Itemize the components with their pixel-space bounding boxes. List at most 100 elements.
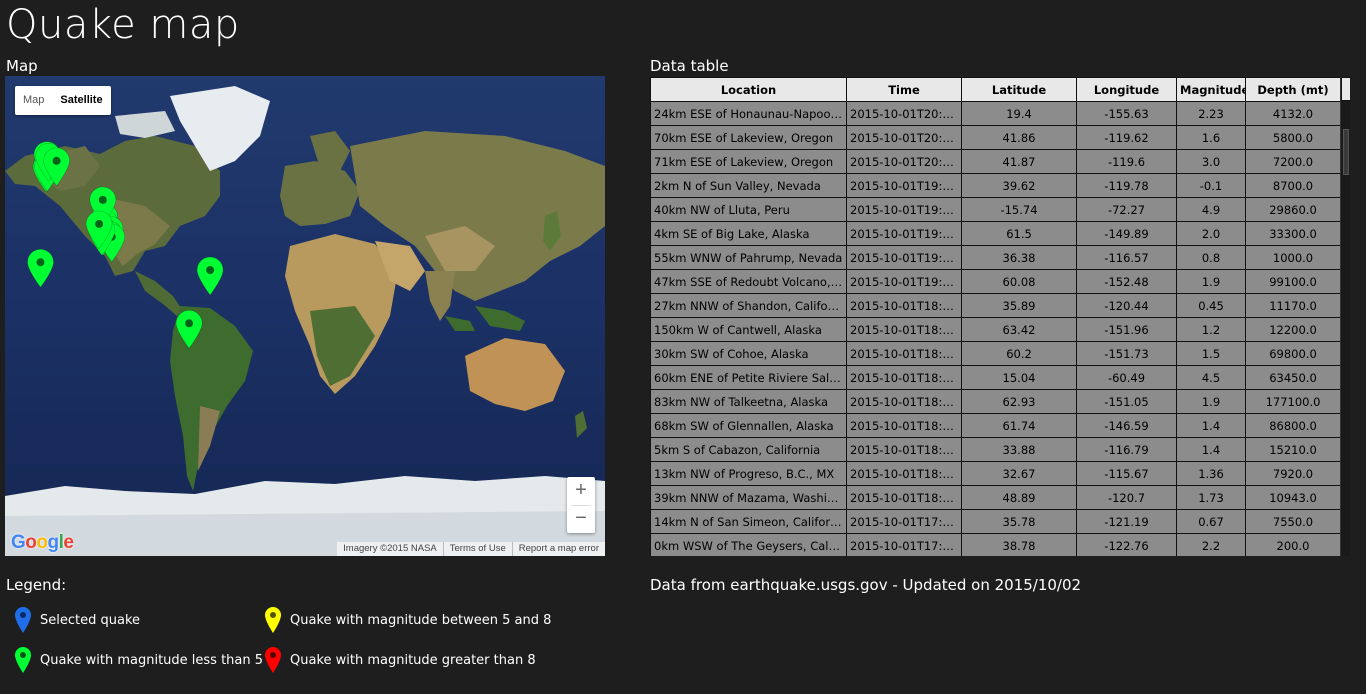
cell-longitude: -122.76	[1076, 533, 1177, 556]
cell-longitude: -119.6	[1076, 149, 1177, 174]
cell-magnitude: 1.6	[1176, 125, 1246, 150]
table-row[interactable]: 5km S of Cabazon, California 2015-10-01T1…	[650, 437, 1341, 462]
table-row[interactable]: 13km NW of Progreso, B.C., MX 2015-10-01T…	[650, 461, 1341, 486]
map-type-control[interactable]: Map Satellite	[15, 86, 111, 115]
cell-time: 2015-10-01T18:52:...	[846, 293, 962, 318]
table-row[interactable]: 14km N of San Simeon, California 2015-10-…	[650, 509, 1341, 534]
cell-time: 2015-10-01T18:29:...	[846, 365, 962, 390]
terms-of-use-link[interactable]: Terms of Use	[442, 542, 512, 556]
report-map-error-link[interactable]: Report a map error	[511, 542, 605, 556]
table-row[interactable]: 30km SW of Cohoe, Alaska 2015-10-01T18:41…	[650, 341, 1341, 366]
column-header-depth[interactable]: Depth (mt)	[1245, 77, 1341, 102]
table-row[interactable]: 47km SSE of Redoubt Volcano, Al... 2015-1…	[650, 269, 1341, 294]
table-body: 24km ESE of Honaunau-Napoopo... 2015-10-0…	[650, 101, 1341, 556]
cell-latitude: 63.42	[961, 317, 1077, 342]
cell-magnitude: 2.23	[1176, 101, 1246, 126]
cell-longitude: -151.96	[1076, 317, 1177, 342]
cell-depth: 1000.0	[1245, 245, 1341, 270]
cell-latitude: 60.2	[961, 341, 1077, 366]
column-header-magnitude[interactable]: Magnitude	[1176, 77, 1246, 102]
column-header-latitude[interactable]: Latitude	[961, 77, 1077, 102]
zoom-in-button[interactable]: +	[567, 477, 595, 505]
cell-time: 2015-10-01T20:08:...	[846, 125, 962, 150]
cell-magnitude: 0.67	[1176, 509, 1246, 534]
quake-marker[interactable]	[27, 248, 54, 288]
column-header-longitude[interactable]: Longitude	[1076, 77, 1177, 102]
table-row[interactable]: 39km NNW of Mazama, Washingt... 2015-10-0…	[650, 485, 1341, 510]
cell-latitude: 61.74	[961, 413, 1077, 438]
cell-location: 47km SSE of Redoubt Volcano, Al...	[650, 269, 847, 294]
cell-longitude: -155.63	[1076, 101, 1177, 126]
cell-longitude: -72.27	[1076, 197, 1177, 222]
cell-longitude: -116.79	[1076, 437, 1177, 462]
cell-magnitude: 1.36	[1176, 461, 1246, 486]
cell-location: 27km NNW of Shandon, California	[650, 293, 847, 318]
cell-time: 2015-10-01T18:45:...	[846, 317, 962, 342]
map-pin-icon	[265, 647, 281, 673]
cell-latitude: 35.89	[961, 293, 1077, 318]
cell-latitude: 62.93	[961, 389, 1077, 414]
table-header-row: Location Time Latitude Longitude Magnitu…	[650, 77, 1341, 102]
table-row[interactable]: 83km NW of Talkeetna, Alaska 2015-10-01T1…	[650, 389, 1341, 414]
cell-longitude: -151.05	[1076, 389, 1177, 414]
cell-time: 2015-10-01T18:04:...	[846, 461, 962, 486]
legend-item-selected: Selected quake	[14, 606, 140, 634]
cell-magnitude: 1.5	[1176, 341, 1246, 366]
cell-latitude: 39.62	[961, 173, 1077, 198]
table-row[interactable]: 24km ESE of Honaunau-Napoopo... 2015-10-0…	[650, 101, 1341, 126]
table-row[interactable]: 68km SW of Glennallen, Alaska 2015-10-01T…	[650, 413, 1341, 438]
table-row[interactable]: 55km WNW of Pahrump, Nevada 2015-10-01T19…	[650, 245, 1341, 270]
quake-marker[interactable]	[175, 310, 203, 349]
quake-marker[interactable]	[196, 256, 224, 296]
table-row[interactable]: 0km WSW of The Geysers, Califor... 2015-1…	[650, 533, 1341, 556]
imagery-credit: Imagery ©2015 NASA	[343, 543, 437, 554]
map-type-satellite-button[interactable]: Satellite	[52, 86, 110, 115]
table-row[interactable]: 71km ESE of Lakeview, Oregon 2015-10-01T2…	[650, 149, 1341, 174]
data-table[interactable]: Location Time Latitude Longitude Magnitu…	[650, 77, 1350, 556]
table-row[interactable]: 70km ESE of Lakeview, Oregon 2015-10-01T2…	[650, 125, 1341, 150]
cell-depth: 10943.0	[1245, 485, 1341, 510]
cell-location: 5km S of Cabazon, California	[650, 437, 847, 462]
cell-magnitude: 4.9	[1176, 197, 1246, 222]
cell-depth: 99100.0	[1245, 269, 1341, 294]
cell-depth: 63450.0	[1245, 365, 1341, 390]
cell-time: 2015-10-01T18:07:...	[846, 437, 962, 462]
table-scrollbar[interactable]	[1340, 77, 1350, 556]
table-row[interactable]: 2km N of Sun Valley, Nevada 2015-10-01T19…	[650, 173, 1341, 198]
cell-magnitude: 0.45	[1176, 293, 1246, 318]
zoom-control[interactable]: + −	[567, 477, 595, 533]
cell-time: 2015-10-01T18:18:...	[846, 389, 962, 414]
scrollbar-thumb[interactable]	[1343, 129, 1349, 175]
table-row[interactable]: 150km W of Cantwell, Alaska 2015-10-01T18…	[650, 317, 1341, 342]
cell-latitude: 36.38	[961, 245, 1077, 270]
cell-location: 4km SE of Big Lake, Alaska	[650, 221, 847, 246]
quake-markers[interactable]	[5, 76, 605, 556]
table-row[interactable]: 27km NNW of Shandon, California 2015-10-0…	[650, 293, 1341, 318]
map-type-map-button[interactable]: Map	[15, 86, 52, 115]
cell-latitude: 41.87	[961, 149, 1077, 174]
cell-longitude: -116.57	[1076, 245, 1177, 270]
zoom-out-button[interactable]: −	[567, 505, 595, 533]
legend-item-low: Quake with magnitude less than 5	[14, 646, 263, 674]
cell-magnitude: 1.2	[1176, 317, 1246, 342]
cell-depth: 33300.0	[1245, 221, 1341, 246]
map-view[interactable]: Map Satellite + − Google Imagery ©2015 N…	[5, 76, 605, 556]
table-row[interactable]: 4km SE of Big Lake, Alaska 2015-10-01T19:…	[650, 221, 1341, 246]
cell-magnitude: 1.4	[1176, 413, 1246, 438]
cell-time: 2015-10-01T19:42:...	[846, 197, 962, 222]
cell-location: 39km NNW of Mazama, Washingt...	[650, 485, 847, 510]
cell-depth: 86800.0	[1245, 413, 1341, 438]
cell-location: 13km NW of Progreso, B.C., MX	[650, 461, 847, 486]
cell-time: 2015-10-01T20:19:...	[846, 101, 962, 126]
cell-location: 70km ESE of Lakeview, Oregon	[650, 125, 847, 150]
table-row[interactable]: 40km NW of Lluta, Peru 2015-10-01T19:42:.…	[650, 197, 1341, 222]
column-header-location[interactable]: Location	[650, 77, 847, 102]
google-logo: Google	[11, 532, 74, 553]
column-header-time[interactable]: Time	[846, 77, 962, 102]
cell-location: 14km N of San Simeon, California	[650, 509, 847, 534]
cell-longitude: -152.48	[1076, 269, 1177, 294]
cell-magnitude: 1.73	[1176, 485, 1246, 510]
cell-location: 83km NW of Talkeetna, Alaska	[650, 389, 847, 414]
table-row[interactable]: 60km ENE of Petite Riviere Salee, ... 201…	[650, 365, 1341, 390]
cell-longitude: -119.78	[1076, 173, 1177, 198]
